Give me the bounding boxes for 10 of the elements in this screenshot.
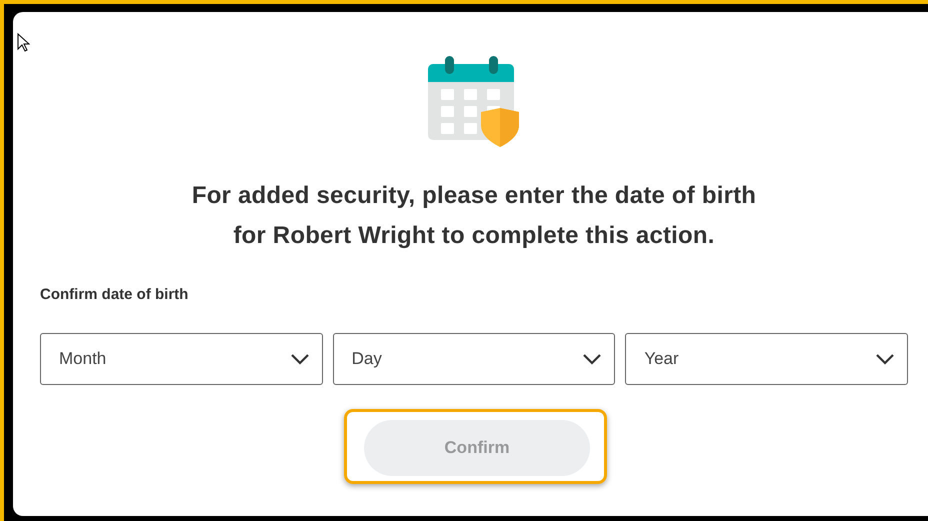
field-label: Confirm date of birth: [40, 286, 190, 303]
date-select[interactable]: Month: [40, 333, 323, 385]
security-message: For added security, please enter the date of birth for Robert Wright to complete this action.: [192, 181, 756, 251]
date-select[interactable]: Year: [625, 333, 908, 385]
cursor-icon: [17, 33, 30, 52]
chevron-down-icon: [582, 353, 602, 365]
chevron-down-icon: [874, 353, 895, 365]
chevron-down-icon: [290, 353, 310, 365]
calendar-shield-icon: [428, 56, 520, 148]
date-select[interactable]: Day: [332, 333, 616, 385]
